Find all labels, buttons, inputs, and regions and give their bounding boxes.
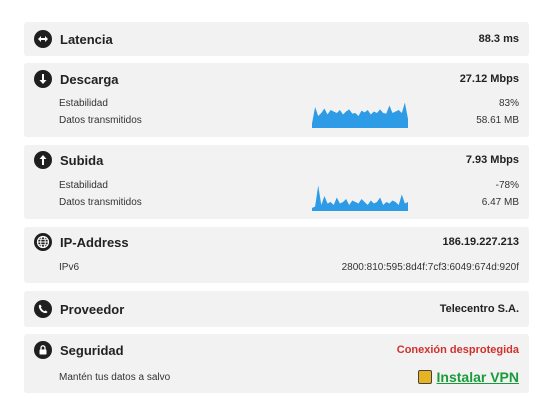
vpn-lock-icon bbox=[417, 370, 432, 384]
download-data-value: 58.61 MB bbox=[476, 114, 519, 126]
ipv6-value: 2800:810:595:8d4f:7cf3:6049:674d:920f bbox=[341, 261, 519, 273]
arrow-down-icon bbox=[34, 70, 52, 88]
provider-title: Proveedor bbox=[60, 301, 125, 317]
ip-card: IP-Address 186.19.227.213 IPv6 2800:810:… bbox=[24, 227, 529, 283]
ipv6-label: IPv6 bbox=[59, 261, 80, 273]
arrows-horizontal-icon bbox=[34, 30, 52, 48]
upload-data-label: Datos transmitidos bbox=[59, 196, 142, 208]
install-vpn-link[interactable]: Instalar VPN bbox=[417, 369, 519, 385]
download-title: Descarga bbox=[60, 71, 119, 87]
upload-stability-label: Estabilidad bbox=[59, 179, 108, 191]
download-sparkline bbox=[312, 102, 408, 128]
latency-value: 88.3 ms bbox=[478, 33, 519, 45]
phone-icon bbox=[34, 300, 52, 318]
security-title: Seguridad bbox=[60, 342, 124, 358]
download-value: 27.12 Mbps bbox=[459, 73, 519, 85]
security-card: Seguridad Conexión desprotegida Mantén t… bbox=[24, 334, 529, 393]
provider-card: Proveedor Telecentro S.A. bbox=[24, 291, 529, 327]
upload-value: 7.93 Mbps bbox=[465, 154, 519, 166]
security-hint: Mantén tus datos a salvo bbox=[59, 371, 171, 383]
arrow-up-icon bbox=[34, 151, 52, 169]
latency-title: Latencia bbox=[60, 31, 113, 47]
upload-title: Subida bbox=[60, 152, 104, 168]
upload-sparkline-area bbox=[312, 185, 408, 211]
latency-card: Latencia 88.3 ms bbox=[24, 22, 529, 56]
download-card: Descarga 27.12 Mbps Estabilidad 83% Dato… bbox=[24, 63, 529, 137]
download-stability-value: 83% bbox=[498, 97, 519, 109]
ip-title: IP-Address bbox=[60, 234, 129, 250]
security-status: Conexión desprotegida bbox=[396, 344, 519, 356]
upload-stability-value: -78% bbox=[495, 179, 519, 191]
upload-data-value: 6.47 MB bbox=[481, 196, 519, 208]
download-sparkline-area bbox=[312, 102, 408, 128]
install-vpn-label[interactable]: Instalar VPN bbox=[437, 369, 519, 385]
upload-sparkline bbox=[312, 185, 408, 211]
globe-icon bbox=[34, 233, 52, 251]
provider-value: Telecentro S.A. bbox=[439, 303, 519, 315]
download-data-label: Datos transmitidos bbox=[59, 114, 142, 126]
upload-card: Subida 7.93 Mbps Estabilidad -78% Datos … bbox=[24, 145, 529, 219]
download-stability-label: Estabilidad bbox=[59, 97, 108, 109]
ip-value: 186.19.227.213 bbox=[442, 236, 519, 248]
lock-icon bbox=[34, 341, 52, 359]
